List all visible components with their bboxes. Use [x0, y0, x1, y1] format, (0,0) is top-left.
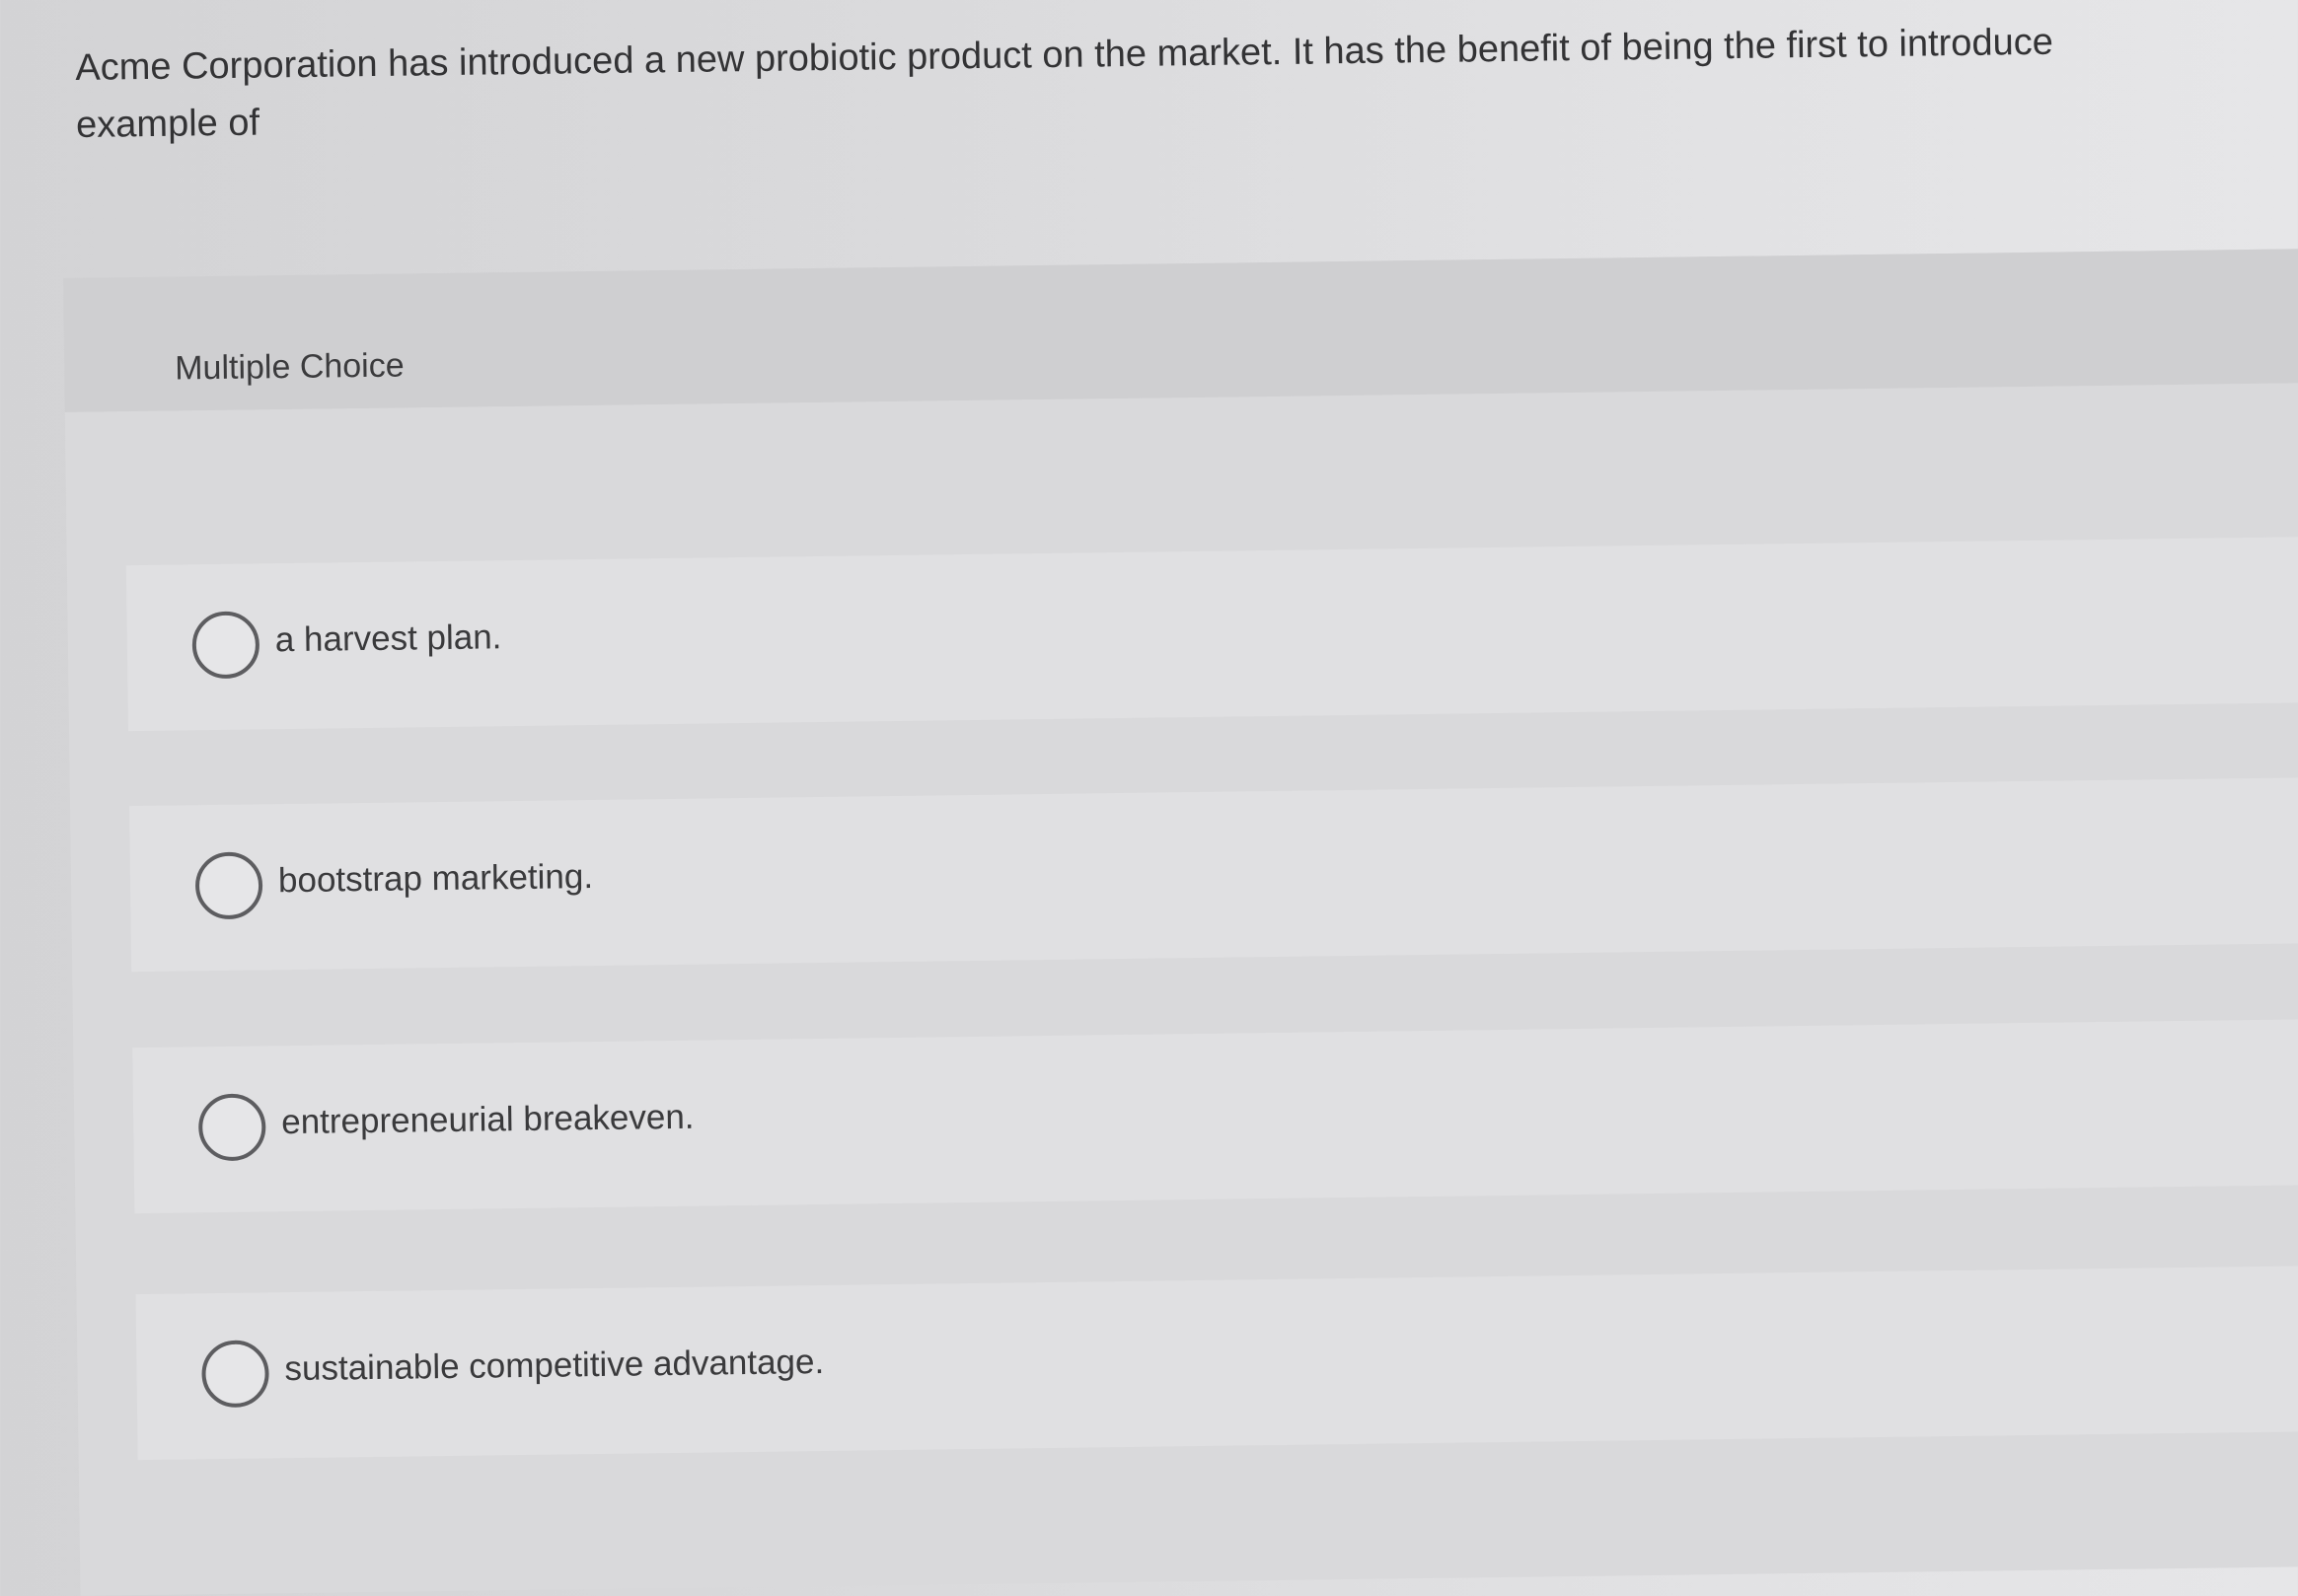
option-label: sustainable competitive advantage. [284, 1342, 825, 1389]
radio-button-icon[interactable] [191, 611, 260, 680]
option-c-entrepreneurial-breakeven[interactable]: entrepreneurial breakeven. [132, 1018, 2298, 1214]
radio-button-icon[interactable] [201, 1340, 269, 1409]
option-a-harvest-plan[interactable]: a harvest plan. [125, 536, 2298, 732]
question-text: Acme Corporation has introduced a new pr… [75, 10, 2298, 154]
radio-button-icon[interactable] [197, 1093, 266, 1162]
multiple-choice-panel: Multiple Choice a harvest plan. bootstra… [63, 248, 2298, 1596]
option-label: a harvest plan. [274, 617, 502, 660]
options-list: a harvest plan. bootstrap marketing. ent… [64, 382, 2298, 1596]
option-b-bootstrap-marketing[interactable]: bootstrap marketing. [129, 776, 2298, 973]
multiple-choice-label: Multiple Choice [174, 346, 405, 388]
radio-button-icon[interactable] [194, 851, 263, 920]
option-label: bootstrap marketing. [277, 857, 594, 901]
option-d-sustainable-competitive-advantage[interactable]: sustainable competitive advantage. [135, 1265, 2298, 1461]
option-label: entrepreneurial breakeven. [280, 1097, 695, 1142]
